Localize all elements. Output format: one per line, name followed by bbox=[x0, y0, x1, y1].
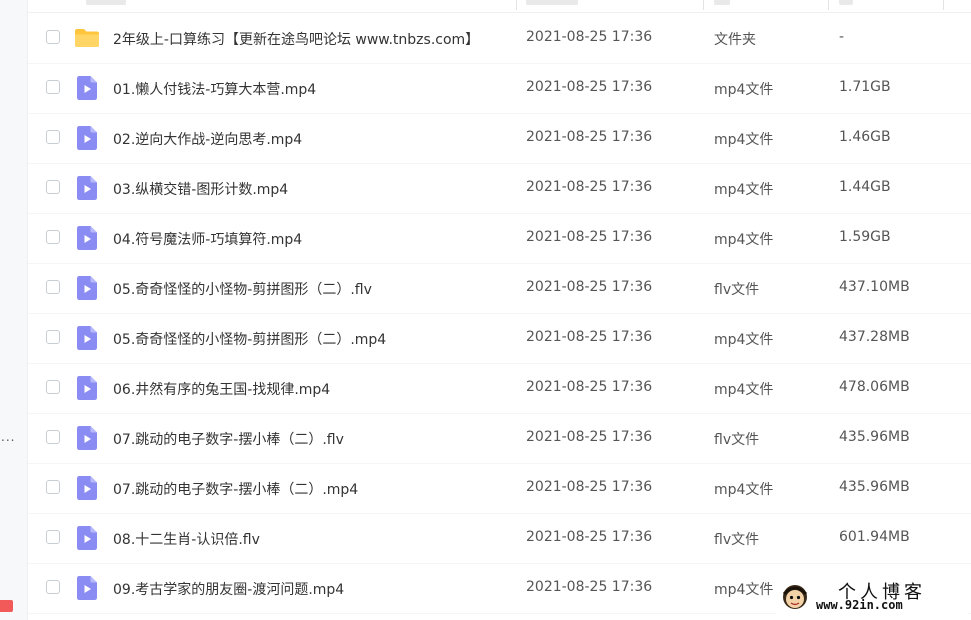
row-checkbox[interactable] bbox=[46, 580, 60, 594]
file-size: 1.44GB bbox=[839, 179, 891, 195]
video-file-icon bbox=[77, 326, 97, 350]
row-checkbox[interactable] bbox=[46, 180, 60, 194]
header-separator bbox=[828, 0, 829, 10]
file-row[interactable]: 07.跳动的电子数字-摆小棒（二）.flv 2021-08-25 17:36 flv… bbox=[28, 414, 971, 464]
row-checkbox[interactable] bbox=[46, 80, 60, 94]
file-name[interactable]: 04.符号魔法师-巧填算符.mp4 bbox=[113, 229, 302, 249]
file-type: mp4文件 bbox=[714, 382, 774, 398]
file-name[interactable]: 09.考古学家的朋友圈-渡河问题.mp4 bbox=[113, 579, 344, 599]
watermark-url: www.92in.com bbox=[816, 598, 903, 612]
file-row[interactable]: 01.懒人付钱法-巧算大本营.mp4 2021-08-25 17:36 mp4文件 1… bbox=[28, 64, 971, 114]
file-row[interactable]: 07.跳动的电子数字-摆小棒（二）.mp4 2021-08-25 17:36 mp4… bbox=[28, 464, 971, 514]
file-manager-window: ... 2年级上-口算练习【更新在途鸟吧论坛 www.tnbzs.com】 202… bbox=[0, 0, 971, 620]
file-size: - bbox=[839, 29, 845, 45]
file-size: 478.06MB bbox=[839, 379, 910, 395]
file-type: flv文件 bbox=[714, 432, 760, 448]
file-size: 1.59GB bbox=[839, 229, 891, 245]
file-type: mp4文件 bbox=[714, 482, 774, 498]
video-file-icon bbox=[77, 76, 97, 100]
file-modified-date: 2021-08-25 17:36 bbox=[526, 429, 653, 445]
file-modified-date: 2021-08-25 17:36 bbox=[526, 329, 653, 345]
watermark: 个人博客 www.92in.com bbox=[776, 576, 968, 616]
sidebar-notification-badge bbox=[0, 600, 13, 612]
file-modified-date: 2021-08-25 17:36 bbox=[526, 29, 653, 45]
file-size: 1.46GB bbox=[839, 129, 891, 145]
file-modified-date: 2021-08-25 17:36 bbox=[526, 479, 653, 495]
file-name[interactable]: 06.井然有序的兔王国-找规律.mp4 bbox=[113, 379, 330, 399]
file-modified-date: 2021-08-25 17:36 bbox=[526, 379, 653, 395]
row-checkbox[interactable] bbox=[46, 230, 60, 244]
file-type: mp4文件 bbox=[714, 182, 774, 198]
row-checkbox[interactable] bbox=[46, 330, 60, 344]
header-type-column[interactable] bbox=[714, 0, 730, 5]
row-checkbox[interactable] bbox=[46, 530, 60, 544]
file-size: 435.96MB bbox=[839, 429, 910, 445]
file-row[interactable]: 04.符号魔法师-巧填算符.mp4 2021-08-25 17:36 mp4文件 1.… bbox=[28, 214, 971, 264]
file-type: flv文件 bbox=[714, 532, 760, 548]
file-modified-date: 2021-08-25 17:36 bbox=[526, 279, 653, 295]
file-modified-date: 2021-08-25 17:36 bbox=[526, 229, 653, 245]
file-name[interactable]: 05.奇奇怪怪的小怪物-剪拼图形（二）.flv bbox=[113, 279, 372, 299]
file-type: mp4文件 bbox=[714, 582, 774, 598]
video-file-icon bbox=[77, 126, 97, 150]
file-name[interactable]: 05.奇奇怪怪的小怪物-剪拼图形（二）.mp4 bbox=[113, 329, 386, 349]
file-row[interactable]: 08.十二生肖-认识倍.flv 2021-08-25 17:36 flv文件 601.… bbox=[28, 514, 971, 564]
folder-icon bbox=[74, 28, 100, 48]
video-file-icon bbox=[77, 276, 97, 300]
header-separator bbox=[943, 0, 944, 10]
file-row[interactable]: 06.井然有序的兔王国-找规律.mp4 2021-08-25 17:36 mp4文件… bbox=[28, 364, 971, 414]
file-row[interactable]: 02.逆向大作战-逆向思考.mp4 2021-08-25 17:36 mp4文件 1.… bbox=[28, 114, 971, 164]
file-type: mp4文件 bbox=[714, 132, 774, 148]
file-name[interactable]: 02.逆向大作战-逆向思考.mp4 bbox=[113, 129, 302, 149]
row-checkbox[interactable] bbox=[46, 130, 60, 144]
row-checkbox[interactable] bbox=[46, 30, 60, 44]
row-checkbox[interactable] bbox=[46, 380, 60, 394]
file-list: 2年级上-口算练习【更新在途鸟吧论坛 www.tnbzs.com】 2021-08… bbox=[28, 14, 971, 614]
file-modified-date: 2021-08-25 17:36 bbox=[526, 179, 653, 195]
file-name[interactable]: 08.十二生肖-认识倍.flv bbox=[113, 529, 260, 549]
file-modified-date: 2021-08-25 17:36 bbox=[526, 579, 653, 595]
file-size: 1.71GB bbox=[839, 79, 891, 95]
video-file-icon bbox=[77, 476, 97, 500]
file-type: 文件夹 bbox=[714, 32, 756, 48]
file-name[interactable]: 01.懒人付钱法-巧算大本营.mp4 bbox=[113, 79, 316, 99]
file-modified-date: 2021-08-25 17:36 bbox=[526, 529, 653, 545]
file-size: 601.94MB bbox=[839, 529, 910, 545]
sidebar-overflow-dots[interactable]: ... bbox=[1, 430, 15, 444]
file-name[interactable]: 07.跳动的电子数字-摆小棒（二）.mp4 bbox=[113, 479, 358, 499]
file-row[interactable]: 2年级上-口算练习【更新在途鸟吧论坛 www.tnbzs.com】 2021-08… bbox=[28, 14, 971, 64]
row-checkbox[interactable] bbox=[46, 430, 60, 444]
video-file-icon bbox=[77, 176, 97, 200]
video-file-icon bbox=[77, 526, 97, 550]
row-checkbox[interactable] bbox=[46, 280, 60, 294]
video-file-icon bbox=[77, 576, 97, 600]
header-separator bbox=[516, 0, 517, 10]
sidebar-edge bbox=[0, 0, 28, 620]
file-name[interactable]: 07.跳动的电子数字-摆小棒（二）.flv bbox=[113, 429, 344, 449]
file-size: 435.96MB bbox=[839, 479, 910, 495]
cartoon-face-icon bbox=[782, 585, 808, 609]
header-name-column[interactable] bbox=[86, 0, 126, 5]
video-file-icon bbox=[77, 226, 97, 250]
row-checkbox[interactable] bbox=[46, 480, 60, 494]
header-size-column[interactable] bbox=[839, 0, 853, 5]
file-size: 437.28MB bbox=[839, 329, 910, 345]
file-size: 437.10MB bbox=[839, 279, 910, 295]
header-separator bbox=[703, 0, 704, 10]
file-row[interactable]: 05.奇奇怪怪的小怪物-剪拼图形（二）.flv 2021-08-25 17:36 f… bbox=[28, 264, 971, 314]
file-row[interactable]: 03.纵横交错-图形计数.mp4 2021-08-25 17:36 mp4文件 1.4… bbox=[28, 164, 971, 214]
file-modified-date: 2021-08-25 17:36 bbox=[526, 79, 653, 95]
file-type: mp4文件 bbox=[714, 82, 774, 98]
file-type: mp4文件 bbox=[714, 332, 774, 348]
column-header bbox=[28, 0, 971, 13]
file-row[interactable]: 05.奇奇怪怪的小怪物-剪拼图形（二）.mp4 2021-08-25 17:36 m… bbox=[28, 314, 971, 364]
file-name[interactable]: 03.纵横交错-图形计数.mp4 bbox=[113, 179, 288, 199]
file-modified-date: 2021-08-25 17:36 bbox=[526, 129, 653, 145]
video-file-icon bbox=[77, 426, 97, 450]
file-type: mp4文件 bbox=[714, 232, 774, 248]
header-date-column[interactable] bbox=[526, 0, 578, 5]
file-name[interactable]: 2年级上-口算练习【更新在途鸟吧论坛 www.tnbzs.com】 bbox=[113, 29, 479, 49]
video-file-icon bbox=[77, 376, 97, 400]
file-type: flv文件 bbox=[714, 282, 760, 298]
